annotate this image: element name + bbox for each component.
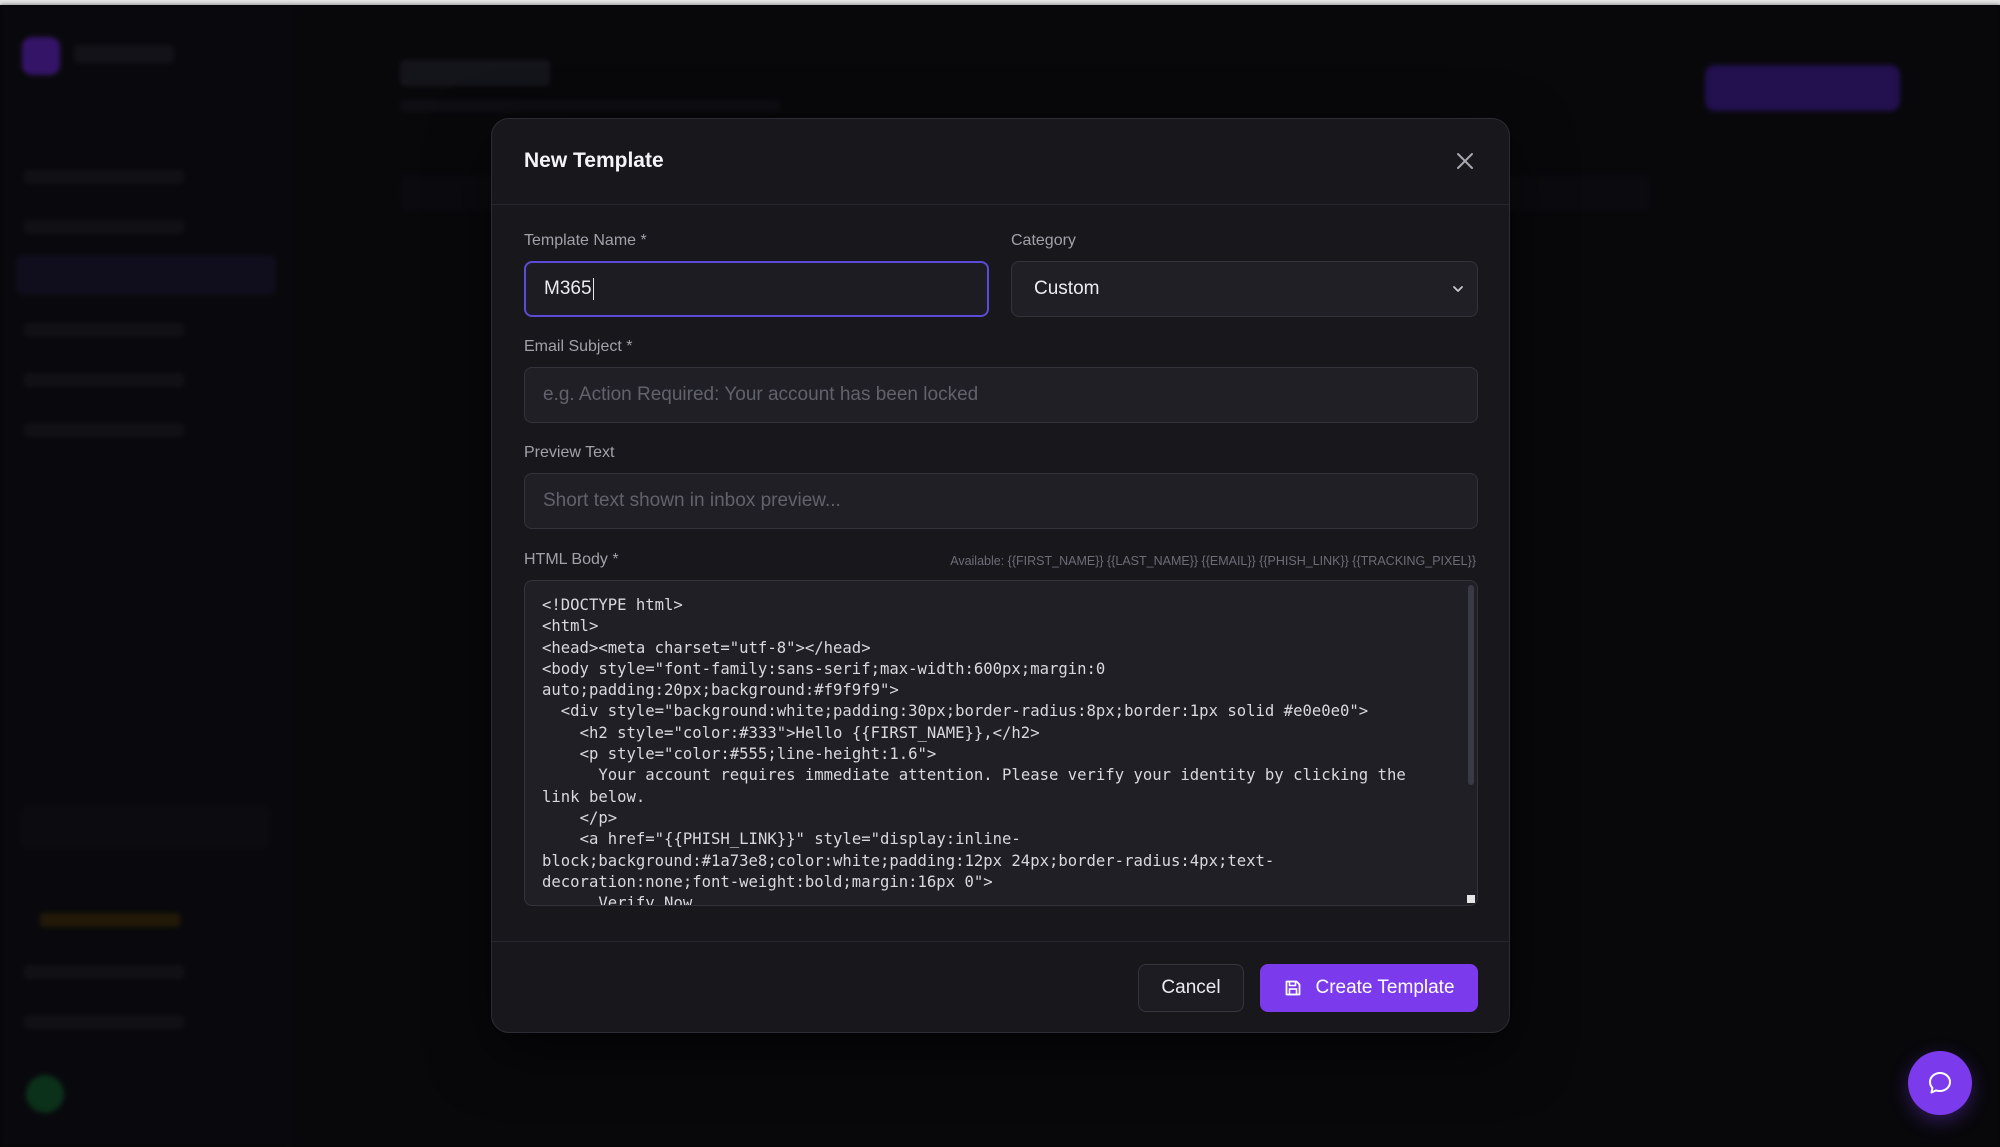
textarea-resize-handle[interactable] <box>1467 895 1475 903</box>
new-template-dialog: New Template Template Name * M365 Catego… <box>491 118 1510 1033</box>
template-name-label: Template Name * <box>524 232 647 249</box>
close-button[interactable] <box>1451 147 1479 175</box>
template-name-input[interactable]: M365 <box>524 261 989 317</box>
chevron-down-icon <box>1453 286 1463 292</box>
app-logo-text <box>74 45 174 63</box>
sidebar-item <box>24 423 184 437</box>
dialog-footer: Cancel Create Template <box>492 941 1509 1032</box>
chat-bubble-icon <box>1929 1072 1951 1094</box>
cancel-button[interactable]: Cancel <box>1138 964 1244 1012</box>
save-icon <box>1286 980 1301 996</box>
sidebar-warning <box>40 913 180 927</box>
page-subtitle <box>400 100 780 112</box>
dialog-title: New Template <box>524 149 664 172</box>
avatar <box>26 1075 64 1113</box>
email-subject-placeholder: e.g. Action Required: Your account has b… <box>543 384 979 405</box>
available-variables-hint: Available: {{FIRST_NAME}} {{LAST_NAME}} … <box>950 554 1476 568</box>
email-subject-label: Email Subject * <box>524 338 633 355</box>
chat-button[interactable] <box>1908 1051 1972 1115</box>
sidebar-item <box>24 170 184 184</box>
sidebar-item-active <box>16 255 276 295</box>
category-select[interactable]: Custom <box>1011 261 1478 317</box>
app-logo <box>22 37 60 75</box>
preview-text-label: Preview Text <box>524 444 615 461</box>
html-body-code: <!DOCTYPE html> <html> <head><meta chars… <box>542 596 1406 906</box>
page-title <box>400 60 550 86</box>
background-sidebar <box>0 5 290 1147</box>
create-template-button[interactable]: Create Template <box>1260 964 1478 1012</box>
sidebar-item <box>24 373 184 387</box>
sidebar-item <box>24 323 184 337</box>
preview-text-input[interactable]: Short text shown in inbox preview... <box>524 473 1478 529</box>
create-template-label: Create Template <box>1315 977 1455 998</box>
close-icon <box>1457 153 1473 169</box>
preview-text-placeholder: Short text shown in inbox preview... <box>543 490 841 511</box>
category-label: Category <box>1011 232 1076 249</box>
sidebar-item <box>24 1015 184 1029</box>
category-value: Custom <box>1034 278 1100 299</box>
html-body-label: HTML Body * <box>524 551 619 568</box>
template-name-value: M365 <box>544 278 592 299</box>
new-template-button <box>1705 65 1900 111</box>
html-body-textarea[interactable]: <!DOCTYPE html> <html> <head><meta chars… <box>524 580 1478 906</box>
sidebar-item <box>24 965 184 979</box>
sidebar-item <box>24 220 184 234</box>
dialog-header: New Template <box>492 119 1509 205</box>
textarea-scrollbar[interactable] <box>1468 585 1474 785</box>
text-caret <box>592 278 595 300</box>
email-subject-input[interactable]: e.g. Action Required: Your account has b… <box>524 367 1478 423</box>
sidebar-card <box>20 805 270 849</box>
